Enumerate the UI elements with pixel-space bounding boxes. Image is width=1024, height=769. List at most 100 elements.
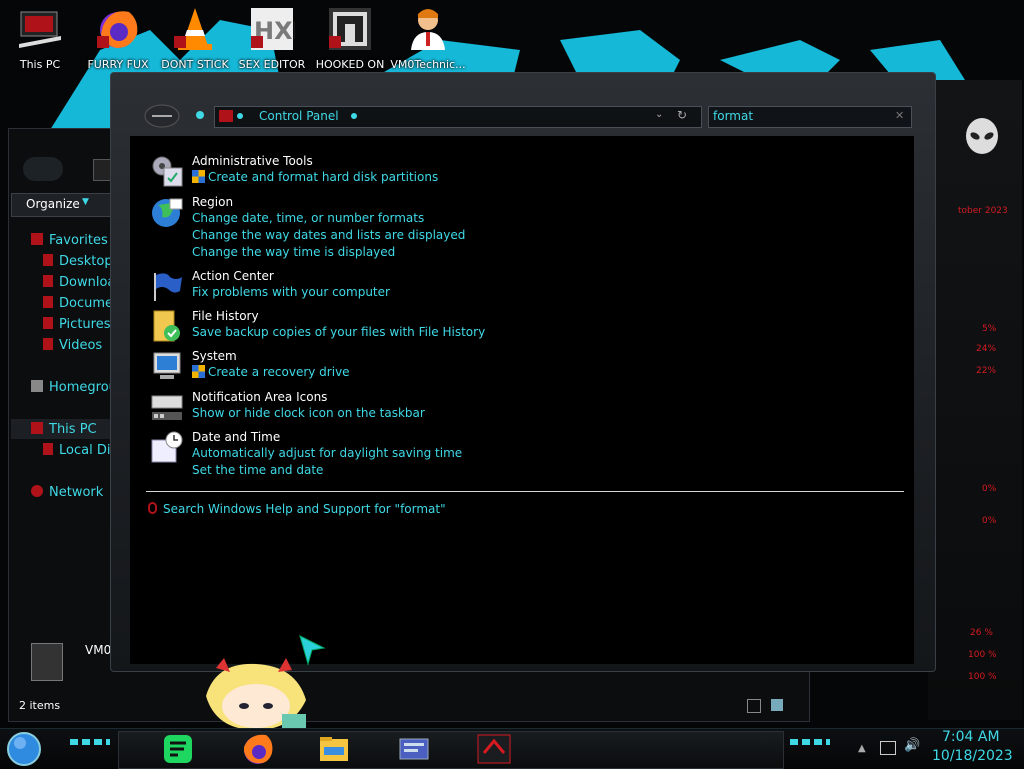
nav-videos[interactable]: Videos [59,338,102,353]
uac-shield-icon [192,365,205,378]
this-pc-small-icon [31,422,43,434]
date-time-icon [151,431,183,463]
result-link[interactable]: Fix problems with your computer [192,285,390,299]
user-icon [411,9,445,50]
file-explorer-icon[interactable] [316,731,352,767]
firefox-icon [97,11,138,48]
taskbar-decoration [70,739,110,745]
firefox-icon[interactable] [240,731,276,767]
notification-area-icon [151,395,183,420]
gadget-date: tober 2023 [958,206,1008,216]
search-results-pane: Administrative Tools Create and format h… [130,136,914,664]
result-link[interactable]: Save backup copies of your files with Fi… [192,325,485,339]
taskbar-decoration [790,739,830,745]
result-link[interactable]: Show or hide clock icon on the taskbar [192,406,425,420]
mouse-cursor-icon [299,635,326,666]
documents-icon [43,296,53,308]
results-divider [146,491,904,492]
desktop-icon-sex-editor[interactable]: HXD SEX EDITOR [234,6,310,71]
desktop-icon-vm0technic[interactable]: VM0Technic... [390,6,466,71]
nav-local-disk[interactable]: Local Dis [59,443,117,458]
back-forward-icon[interactable] [144,104,180,128]
back-nav-button[interactable] [23,157,63,181]
nav-dot-icon [196,111,204,119]
pictures-icon [43,317,53,329]
gadget-readout-6: 26 % [970,628,993,638]
desktop-icon-furry-fux[interactable]: FURRY FUX [80,6,156,71]
show-hidden-icons-icon[interactable]: ▲ [858,743,866,754]
volume-icon[interactable]: 🔊 [904,738,920,753]
large-icons-view-icon[interactable] [771,699,783,711]
favorites-star-icon [31,233,43,245]
search-box[interactable]: format ✕ [708,106,912,128]
homegroup-icon [31,380,43,392]
result-title[interactable]: Region [192,195,233,209]
breadcrumb-control-panel[interactable]: Control Panel [259,109,339,123]
help-icon [148,502,157,514]
result-title[interactable]: File History [192,309,259,323]
game-icon [329,8,371,50]
help-search-link[interactable]: Search Windows Help and Support for "for… [163,502,446,516]
result-link[interactable]: Set the time and date [192,463,323,477]
search-input[interactable]: format [713,109,753,123]
media-app-icon[interactable] [476,731,512,767]
nav-pictures[interactable]: Pictures [59,317,110,332]
file-item-label[interactable]: VM0 [85,643,111,657]
notes-app-icon[interactable] [160,731,196,767]
nav-this-pc[interactable]: This PC [49,422,97,437]
refresh-icon[interactable]: ↻ [677,108,687,122]
gadget-readout-7: 100 % [968,650,997,660]
action-center-flag-icon [154,273,182,301]
breadcrumb-separator-icon [237,113,243,119]
gadget-readout-8: 100 % [968,672,997,682]
nav-desktop[interactable]: Desktop [59,254,113,269]
details-view-icon[interactable] [747,699,761,713]
network-icon [31,485,43,497]
result-title[interactable]: System [192,349,237,363]
organize-label: Organize [26,197,80,211]
result-link[interactable]: Change the way time is displayed [192,245,395,259]
videos-icon [43,338,53,350]
chevron-down-icon: ▼ [82,197,89,207]
result-title[interactable]: Administrative Tools [192,154,313,168]
control-panel-icon[interactable] [396,731,432,767]
clock-date[interactable]: 10/18/2023 [932,748,1013,764]
desktop-icon-hooked-on[interactable]: HOOKED ON [312,6,388,71]
clock-time[interactable]: 7:04 AM [942,729,1000,745]
alienware-logo-icon [966,118,998,154]
result-link[interactable]: Change date, time, or number formats [192,211,424,225]
status-bar-item-count: 2 items [19,699,61,712]
network-tray-icon[interactable] [880,741,896,755]
mascot-sticker [206,658,306,730]
taskbar: ▲ 🔊 7:04 AM 10/18/2023 [0,728,1024,769]
result-link[interactable]: Create and format hard disk partitions [192,170,438,184]
region-globe-icon [152,198,183,227]
local-disk-icon [43,443,53,455]
desktop-icon-small [43,254,53,266]
taskbar-app-strip [118,731,784,769]
admin-tools-icon [152,156,183,187]
result-title[interactable]: Notification Area Icons [192,390,327,404]
address-dropdown-icon[interactable]: ⌄ [655,109,663,120]
control-panel-icon [219,110,233,122]
start-orb-icon[interactable] [6,731,42,767]
nav-favorites[interactable]: Favorites [49,233,108,248]
desktop-icon-this-pc[interactable]: This PC [2,6,78,71]
result-title[interactable]: Action Center [192,269,274,283]
uac-shield-icon [192,170,205,183]
file-item-icon[interactable] [31,643,63,681]
gadget-readout-4: 0% [982,484,997,494]
breadcrumb-separator-icon [351,113,357,119]
gadget-readout-3: 22% [976,366,997,376]
result-title[interactable]: Date and Time [192,430,280,444]
clear-search-icon[interactable]: ✕ [895,109,904,122]
vlc-icon [174,8,212,50]
gadget-readout-1: 5% [982,324,997,334]
address-bar[interactable]: Control Panel ⌄ ↻ [214,106,702,128]
result-link[interactable]: Change the way dates and lists are displ… [192,228,465,242]
system-icon [153,352,181,379]
result-link[interactable]: Automatically adjust for daylight saving… [192,446,462,460]
result-link[interactable]: Create a recovery drive [192,365,350,379]
desktop-icon-dont-stick[interactable]: DONT STICK [157,6,233,71]
nav-network[interactable]: Network [49,485,103,500]
